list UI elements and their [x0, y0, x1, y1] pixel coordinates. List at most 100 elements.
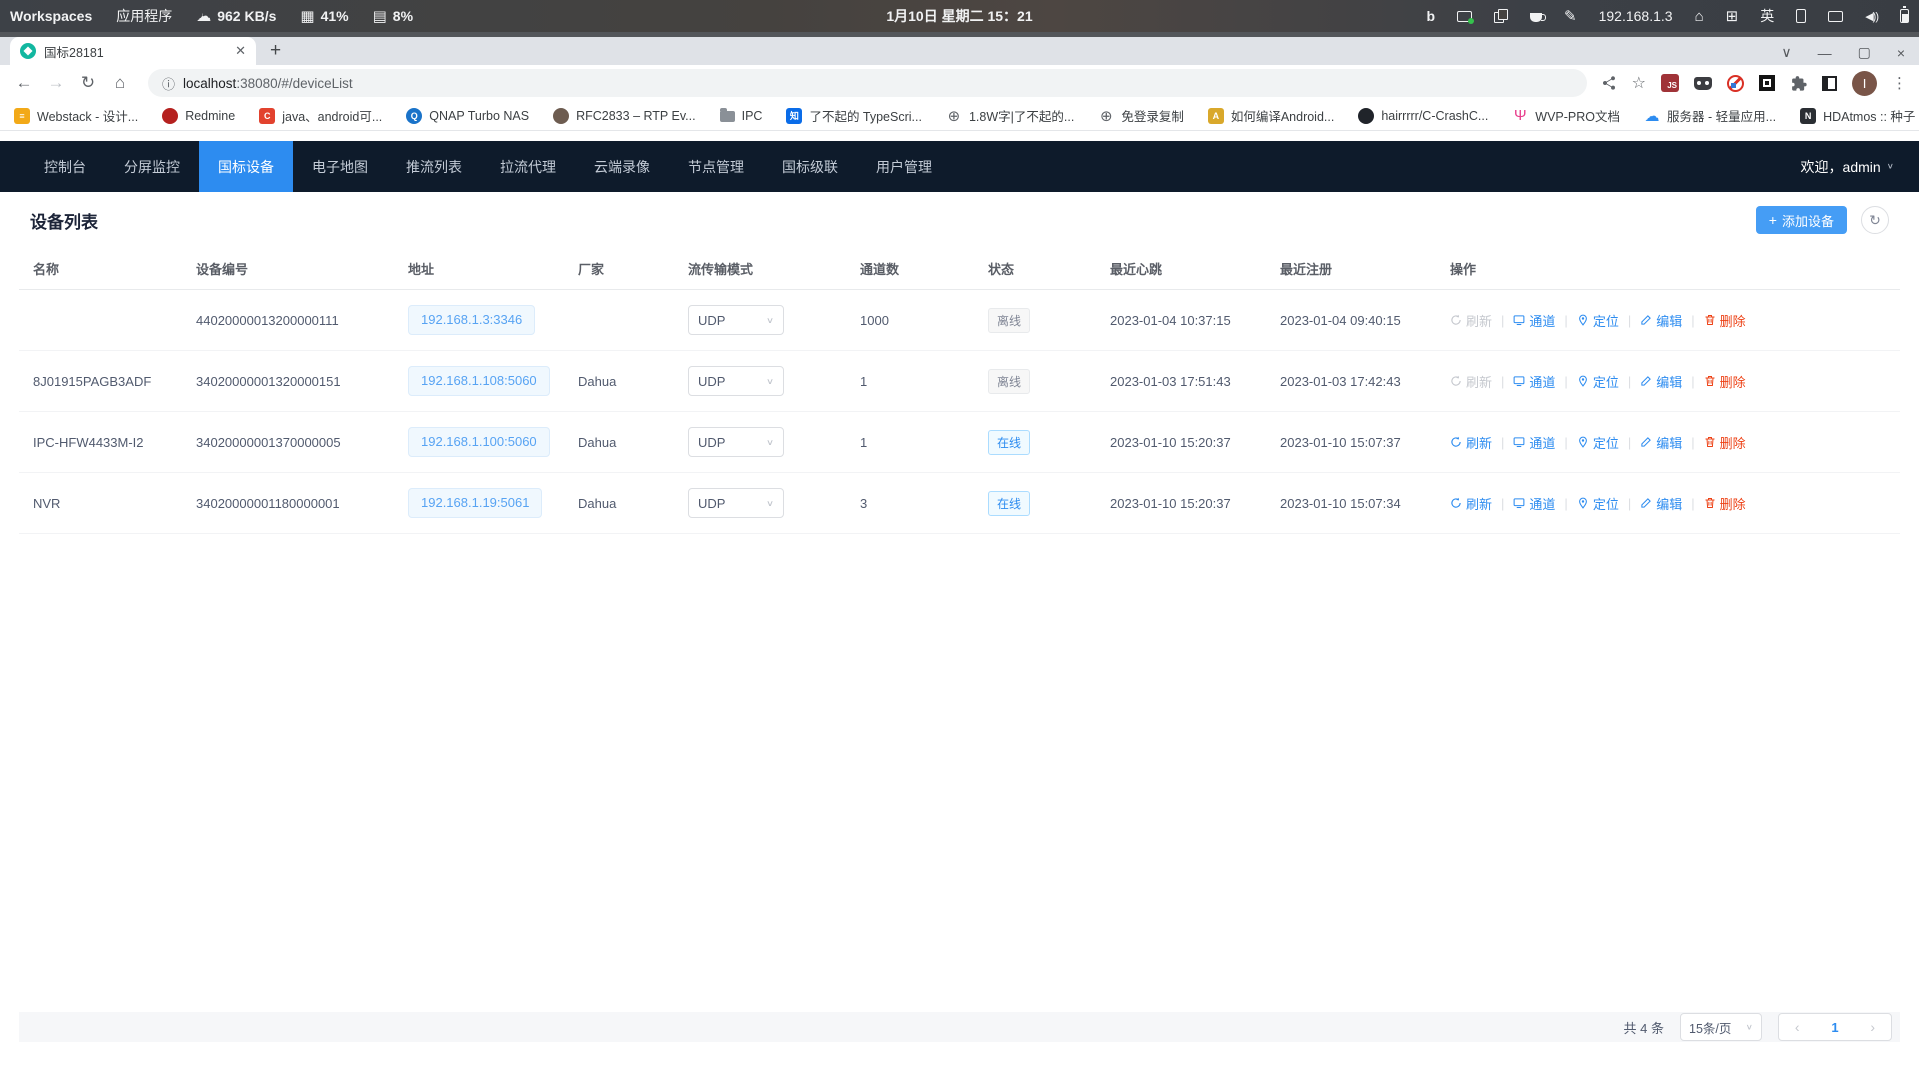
extension-square-icon[interactable]	[1759, 75, 1775, 91]
ip-address-indicator[interactable]: 192.168.1.3	[1599, 8, 1673, 24]
next-page-button[interactable]: ›	[1870, 1019, 1875, 1035]
back-icon[interactable]: ←	[10, 73, 38, 93]
applications-button[interactable]: 应用程序	[116, 6, 172, 26]
new-tab-button[interactable]: +	[270, 40, 281, 62]
workspaces-button[interactable]: Workspaces	[10, 8, 92, 24]
display-tray-icon[interactable]	[1828, 11, 1843, 22]
tab-search-icon[interactable]: ∨	[1781, 44, 1791, 61]
page-size-select[interactable]: 15条/页 ∨	[1680, 1013, 1762, 1041]
locate-action[interactable]: 定位	[1577, 494, 1619, 513]
share-icon[interactable]	[1601, 75, 1617, 91]
caffeine-tray-icon[interactable]	[1530, 13, 1542, 22]
bookmark-item[interactable]: ⊕ 免登录复制	[1098, 106, 1184, 125]
locate-action[interactable]: 定位	[1577, 311, 1619, 330]
darkreader-extension-icon[interactable]	[1694, 77, 1712, 90]
clipboard-tray-icon[interactable]	[1494, 9, 1508, 23]
nav-menu-item[interactable]: 国标级联	[763, 141, 857, 192]
input-method-indicator[interactable]: 英	[1760, 6, 1774, 26]
volume-icon[interactable]: ◀))	[1865, 10, 1878, 23]
bookmark-item[interactable]: IPC	[720, 109, 763, 123]
locate-action[interactable]: 定位	[1577, 372, 1619, 391]
home-tray-icon[interactable]: ⌂	[1695, 9, 1704, 24]
address-tag: 192.168.1.19:5061	[408, 488, 542, 518]
current-page[interactable]: 1	[1831, 1020, 1838, 1035]
col-operations: 操作	[1450, 259, 1900, 278]
channel-action[interactable]: 通道	[1513, 311, 1555, 330]
close-icon[interactable]: ×	[1897, 45, 1905, 61]
bookmark-item[interactable]: hairrrrr/C-CrashC...	[1358, 108, 1488, 124]
cell-channels: 3	[860, 496, 988, 511]
reload-icon[interactable]: ↻	[74, 73, 102, 93]
locate-action[interactable]: 定位	[1577, 433, 1619, 452]
nav-menu-item[interactable]: 拉流代理	[481, 141, 575, 192]
windows-tray-icon[interactable]: ⊞	[1726, 9, 1739, 24]
refresh-action[interactable]: 刷新	[1450, 494, 1492, 513]
adblock-extension-icon[interactable]	[1727, 75, 1744, 92]
bookmark-item[interactable]: C java、android可...	[259, 106, 382, 125]
site-info-icon[interactable]: ⓘ	[162, 74, 175, 93]
channel-action[interactable]: 通道	[1513, 433, 1555, 452]
stream-mode-select[interactable]: UDP ∨	[688, 366, 784, 396]
bookmark-item[interactable]: 知 了不起的 TypeScri...	[786, 106, 922, 125]
address-tag: 192.168.1.3:3346	[408, 305, 535, 335]
edit-action[interactable]: 编辑	[1640, 311, 1682, 330]
js-extension-icon[interactable]: JS	[1661, 74, 1679, 92]
browser-avatar[interactable]: I	[1852, 71, 1877, 96]
bookmark-item[interactable]: RFC2833 – RTP Ev...	[553, 108, 696, 124]
delete-action[interactable]: 删除	[1704, 494, 1746, 513]
nav-menu-item[interactable]: 国标设备	[199, 141, 293, 192]
bookmark-item[interactable]: Q QNAP Turbo NAS	[406, 108, 529, 124]
nav-menu-item[interactable]: 云端录像	[575, 141, 669, 192]
channel-action[interactable]: 通道	[1513, 494, 1555, 513]
stream-mode-select[interactable]: UDP ∨	[688, 427, 784, 457]
bookmark-item[interactable]: Redmine	[162, 108, 235, 124]
extensions-puzzle-icon[interactable]	[1790, 75, 1807, 92]
refresh-action[interactable]: 刷新	[1450, 433, 1492, 452]
reader-mode-icon[interactable]	[1822, 76, 1837, 91]
delete-action[interactable]: 删除	[1704, 372, 1746, 391]
pencil-icon	[1640, 436, 1652, 448]
pen-tray-icon[interactable]: ✎	[1564, 9, 1577, 24]
nav-menu-item[interactable]: 控制台	[25, 141, 105, 192]
refresh-list-button[interactable]: ↻	[1861, 206, 1889, 234]
refresh-action[interactable]: 刷新	[1450, 372, 1492, 391]
minimize-icon[interactable]: —	[1818, 45, 1832, 61]
stream-mode-select[interactable]: UDP ∨	[688, 488, 784, 518]
nav-menu-item[interactable]: 电子地图	[293, 141, 387, 192]
edit-action[interactable]: 编辑	[1640, 372, 1682, 391]
tab-close-icon[interactable]: ✕	[235, 43, 246, 59]
edit-action[interactable]: 编辑	[1640, 433, 1682, 452]
edit-action[interactable]: 编辑	[1640, 494, 1682, 513]
browser-home-icon[interactable]: ⌂	[106, 73, 134, 93]
nav-menu-item[interactable]: 节点管理	[669, 141, 763, 192]
prev-page-button[interactable]: ‹	[1795, 1019, 1800, 1035]
channel-action[interactable]: 通道	[1513, 372, 1555, 391]
browser-menu-icon[interactable]: ⋮	[1892, 74, 1907, 92]
nav-menu-item[interactable]: 分屏监控	[105, 141, 199, 192]
bookmark-item[interactable]: N HDAtmos :: 种子 *...	[1800, 106, 1919, 125]
add-device-button[interactable]: + 添加设备	[1756, 206, 1847, 234]
bing-tray-icon[interactable]: b	[1426, 8, 1435, 24]
bookmark-star-icon[interactable]: ☆	[1632, 73, 1646, 93]
nav-menu-item[interactable]: 用户管理	[857, 141, 951, 192]
stream-mode-select[interactable]: UDP ∨	[688, 305, 784, 335]
device-tray-icon[interactable]	[1796, 9, 1806, 23]
delete-action[interactable]: 删除	[1704, 433, 1746, 452]
nav-menu-item[interactable]: 推流列表	[387, 141, 481, 192]
bookmark-item[interactable]: Ψ WVP-PRO文档	[1512, 106, 1620, 125]
user-menu[interactable]: 欢迎，admin ∨	[1801, 157, 1894, 177]
restore-icon[interactable]: ▢	[1858, 44, 1871, 61]
address-bar[interactable]: ⓘ localhost:38080/#/deviceList	[148, 69, 1587, 97]
screenshot-tray-icon[interactable]	[1457, 11, 1472, 22]
browser-tab[interactable]: 国标28181 ✕	[10, 37, 256, 65]
cell-operations: 刷新 | 通道 | 定位 | 编辑 | 删除	[1450, 372, 1900, 391]
bookmark-item[interactable]: ≡ Webstack - 设计...	[14, 106, 138, 125]
delete-action[interactable]: 删除	[1704, 311, 1746, 330]
bookmark-item[interactable]: A 如何编译Android...	[1208, 106, 1335, 125]
bookmark-item[interactable]: ⊕ 1.8W字|了不起的...	[946, 106, 1074, 125]
forward-icon[interactable]: →	[42, 73, 70, 93]
trash-icon	[1704, 314, 1716, 326]
bookmark-item[interactable]: ☁ 服务器 - 轻量应用...	[1644, 106, 1776, 125]
refresh-action[interactable]: 刷新	[1450, 311, 1492, 330]
cell-device-id: 34020000001180000001	[196, 496, 408, 511]
